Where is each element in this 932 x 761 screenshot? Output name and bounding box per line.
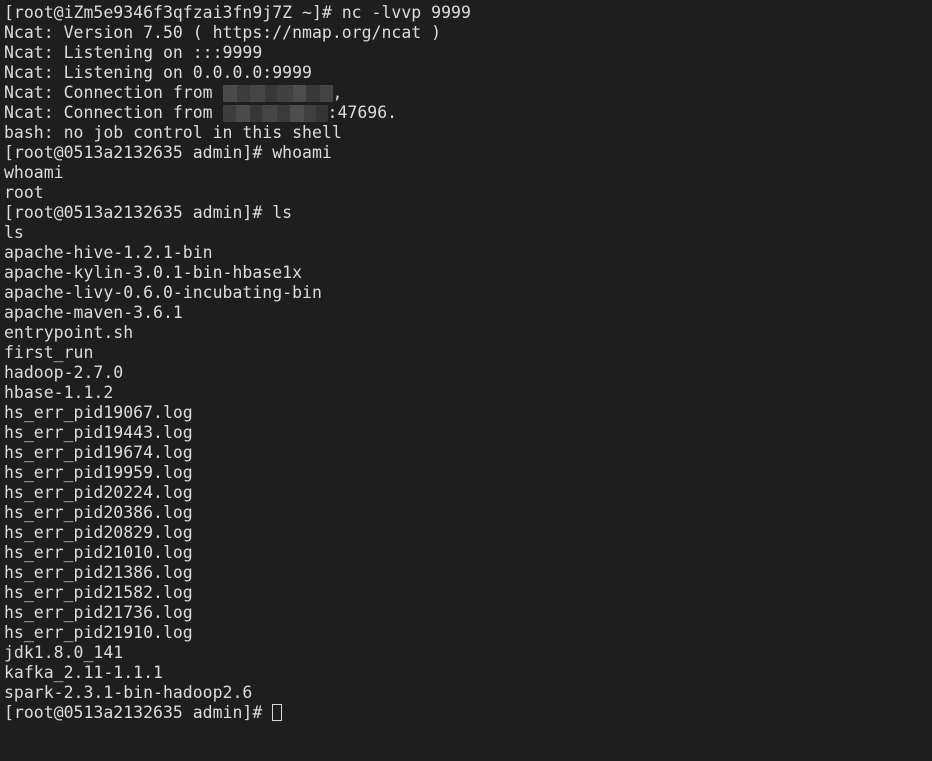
terminal-text-segment: apache-kylin-3.0.1-bin-hbase1x: [4, 263, 303, 282]
terminal-text-segment: hs_err_pid21910.log: [4, 623, 193, 642]
terminal-line-ncat-connection-2: Ncat: Connection from :47696.: [4, 103, 932, 123]
terminal-output-area[interactable]: [root@iZm5e9346f3qfzai3fn9j7Z ~]# nc -lv…: [0, 0, 932, 761]
terminal-text-segment: hs_err_pid21010.log: [4, 543, 193, 562]
terminal-text-segment: jdk1.8.0_141: [4, 643, 124, 662]
terminal-text-segment: Ncat: Connection from: [4, 83, 223, 102]
terminal-text-segment: apache-maven-3.6.1: [4, 303, 183, 322]
terminal-line-prompt-ls: [root@0513a2132635 admin]# ls: [4, 203, 932, 223]
terminal-line-ls-kafka: kafka_2.11-1.1.1: [4, 663, 932, 683]
terminal-line-ls-hs-err-20386: hs_err_pid20386.log: [4, 503, 932, 523]
terminal-line-ls-hs-err-21736: hs_err_pid21736.log: [4, 603, 932, 623]
terminal-line-ls-hs-err-21386: hs_err_pid21386.log: [4, 563, 932, 583]
terminal-text-segment: hs_err_pid19674.log: [4, 443, 193, 462]
terminal-line-ls-hs-err-20224: hs_err_pid20224.log: [4, 483, 932, 503]
terminal-text-segment: kafka_2.11-1.1.1: [4, 663, 163, 682]
terminal-line-ls-entrypoint-sh: entrypoint.sh: [4, 323, 932, 343]
terminal-text-segment: ls: [4, 223, 24, 242]
terminal-text-segment: [root@0513a2132635 admin]# whoami: [4, 143, 332, 162]
terminal-text-segment: apache-hive-1.2.1-bin: [4, 243, 213, 262]
terminal-text-segment: ,: [332, 83, 343, 102]
terminal-line-ncat-version: Ncat: Version 7.50 ( https://nmap.org/nc…: [4, 23, 932, 43]
terminal-text-segment: [root@0513a2132635 admin]#: [4, 703, 273, 722]
terminal-line-echo-whoami: whoami: [4, 163, 932, 183]
terminal-line-prompt-whoami: [root@0513a2132635 admin]# whoami: [4, 143, 932, 163]
terminal-text-segment: hs_err_pid19959.log: [4, 463, 193, 482]
terminal-text-segment: hs_err_pid19067.log: [4, 403, 193, 422]
redacted-ip-2: [222, 105, 328, 122]
terminal-line-ls-jdk: jdk1.8.0_141: [4, 643, 932, 663]
terminal-text-segment: hs_err_pid21736.log: [4, 603, 193, 622]
terminal-line-ls-hs-err-19443: hs_err_pid19443.log: [4, 423, 932, 443]
terminal-text-segment: bash: no job control in this shell: [4, 123, 342, 142]
terminal-line-ncat-listening-ipv4: Ncat: Listening on 0.0.0.0:9999: [4, 63, 932, 83]
terminal-text-segment: Ncat: Listening on 0.0.0.0:9999: [4, 63, 312, 82]
terminal-line-ncat-connection-1: Ncat: Connection from ,: [4, 83, 932, 103]
terminal-line-prompt-nc-command: [root@iZm5e9346f3qfzai3fn9j7Z ~]# nc -lv…: [4, 3, 932, 23]
terminal-text-segment: hs_err_pid21386.log: [4, 563, 193, 582]
terminal-line-ls-hs-err-21582: hs_err_pid21582.log: [4, 583, 932, 603]
redacted-ip-1: [222, 85, 333, 102]
terminal-text-segment: Ncat: Version 7.50 ( https://nmap.org/nc…: [4, 23, 442, 42]
terminal-line-ls-first-run: first_run: [4, 343, 932, 363]
terminal-text-segment: root: [4, 183, 44, 202]
terminal-line-ls-apache-maven: apache-maven-3.6.1: [4, 303, 932, 323]
terminal-text-segment: hadoop-2.7.0: [4, 363, 124, 382]
terminal-text-segment: Ncat: Connection from: [4, 103, 223, 122]
terminal-line-ls-hs-err-20829: hs_err_pid20829.log: [4, 523, 932, 543]
terminal-text-segment: hs_err_pid20224.log: [4, 483, 193, 502]
terminal-line-output-root: root: [4, 183, 932, 203]
terminal-text-segment: [root@iZm5e9346f3qfzai3fn9j7Z ~]# nc -lv…: [4, 3, 471, 22]
terminal-text-segment: whoami: [4, 163, 64, 182]
terminal-line-ls-apache-livy: apache-livy-0.6.0-incubating-bin: [4, 283, 932, 303]
terminal-line-bash-no-job-control: bash: no job control in this shell: [4, 123, 932, 143]
terminal-line-ls-hs-err-21910: hs_err_pid21910.log: [4, 623, 932, 643]
terminal-line-ls-hs-err-19959: hs_err_pid19959.log: [4, 463, 932, 483]
text-cursor: [272, 704, 283, 721]
terminal-line-ncat-listening-ipv6: Ncat: Listening on :::9999: [4, 43, 932, 63]
terminal-line-prompt-final: [root@0513a2132635 admin]#: [4, 703, 932, 723]
terminal-text-segment: hs_err_pid21582.log: [4, 583, 193, 602]
terminal-text-segment: hs_err_pid20829.log: [4, 523, 193, 542]
terminal-text-segment: hs_err_pid19443.log: [4, 423, 193, 442]
terminal-text-segment: first_run: [4, 343, 94, 362]
terminal-text-segment: :47696.: [327, 103, 398, 122]
terminal-line-ls-apache-kylin: apache-kylin-3.0.1-bin-hbase1x: [4, 263, 932, 283]
terminal-text-segment: apache-livy-0.6.0-incubating-bin: [4, 283, 322, 302]
terminal-line-echo-ls: ls: [4, 223, 932, 243]
terminal-text-segment: Ncat: Listening on :::9999: [4, 43, 263, 62]
terminal-text-segment: [root@0513a2132635 admin]# ls: [4, 203, 293, 222]
terminal-line-ls-hadoop: hadoop-2.7.0: [4, 363, 932, 383]
terminal-line-ls-hs-err-19674: hs_err_pid19674.log: [4, 443, 932, 463]
terminal-text-segment: hbase-1.1.2: [4, 383, 114, 402]
terminal-line-ls-apache-hive: apache-hive-1.2.1-bin: [4, 243, 932, 263]
terminal-line-ls-spark: spark-2.3.1-bin-hadoop2.6: [4, 683, 932, 703]
terminal-line-ls-hs-err-21010: hs_err_pid21010.log: [4, 543, 932, 563]
terminal-text-segment: spark-2.3.1-bin-hadoop2.6: [4, 683, 253, 702]
terminal-text-segment: hs_err_pid20386.log: [4, 503, 193, 522]
terminal-line-ls-hs-err-19067: hs_err_pid19067.log: [4, 403, 932, 423]
terminal-text-segment: entrypoint.sh: [4, 323, 134, 342]
terminal-line-ls-hbase: hbase-1.1.2: [4, 383, 932, 403]
